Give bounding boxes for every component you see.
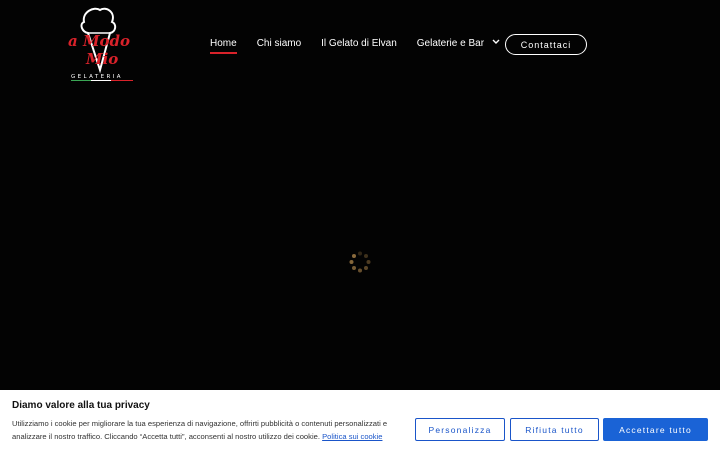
nav-item-label: Chi siamo	[256, 38, 302, 49]
nav-item-label: Il Gelato di Elvan	[321, 38, 397, 49]
logo-line2: Mio	[85, 50, 118, 68]
reject-all-button[interactable]: Rifiuta tutto	[510, 418, 599, 441]
logo-line1: a Modo	[68, 32, 130, 50]
customize-button[interactable]: Personalizza	[415, 418, 505, 441]
nav-item-label: Gelaterie e Bar	[416, 38, 485, 49]
loading-spinner-icon	[349, 251, 371, 273]
brand-logo[interactable]: a Modo Mio GELATERIA	[64, 6, 140, 82]
nav-item-chi-siamo[interactable]: Chi siamo	[257, 33, 301, 55]
nav-item-gelato-di-elvan[interactable]: Il Gelato di Elvan	[321, 33, 397, 55]
site-header: a Modo Mio GELATERIA Home Chi siamo Il G…	[0, 0, 720, 90]
logo-tagline: GELATERIA	[71, 74, 123, 80]
contact-button[interactable]: Contattaci	[505, 34, 587, 55]
cookie-description: Utilizziamo i cookie per migliorare la t…	[12, 418, 407, 443]
main-nav: Home Chi siamo Il Gelato di Elvan Gelate…	[210, 33, 520, 55]
ice-cream-cone-icon: a Modo Mio GELATERIA	[68, 7, 133, 81]
nav-item-home[interactable]: Home	[210, 33, 237, 55]
cookie-policy-link[interactable]: Politica sui cookie	[322, 432, 382, 441]
cookie-title: Diamo valore alla tua privacy	[12, 400, 150, 411]
chevron-down-icon	[492, 32, 500, 54]
nav-item-gelaterie-e-bar[interactable]: Gelaterie e Bar	[417, 33, 500, 55]
cookie-banner: Diamo valore alla tua privacy Utilizziam…	[0, 390, 720, 450]
accept-all-button[interactable]: Accettare tutto	[603, 418, 708, 441]
nav-item-label: Home	[210, 38, 237, 49]
